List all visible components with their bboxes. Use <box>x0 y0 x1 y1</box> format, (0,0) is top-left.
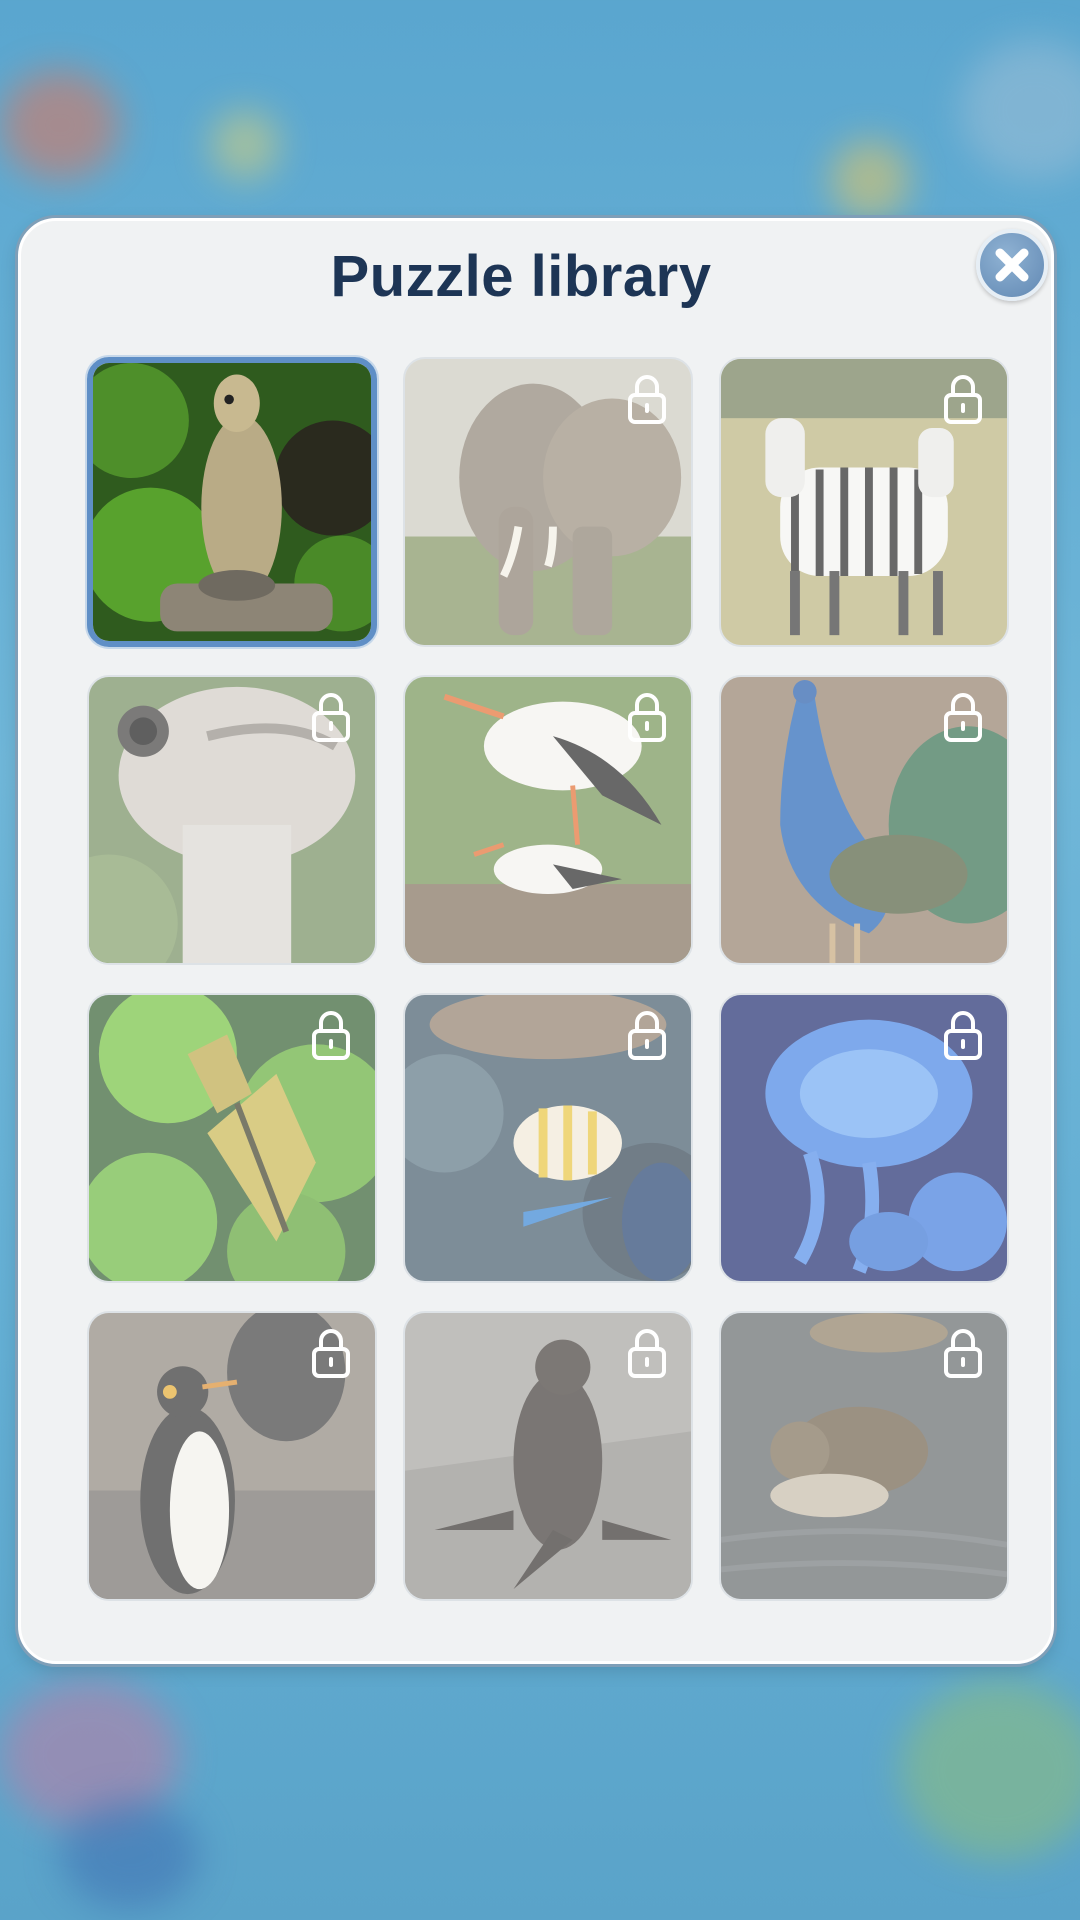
puzzle-tile-butterflyfish[interactable] <box>403 993 693 1283</box>
lock-icon <box>628 1011 666 1060</box>
dialog-title: Puzzle library <box>330 244 712 309</box>
lock-icon <box>944 693 982 742</box>
close-icon <box>995 248 1029 282</box>
lock-icon <box>312 693 350 742</box>
puzzle-tile-zebras[interactable] <box>719 357 1009 647</box>
background-blob <box>900 1680 1080 1860</box>
meerkat-image <box>93 363 371 641</box>
background-blob <box>210 110 280 180</box>
background-blob <box>830 140 910 220</box>
puzzle-library-dialog: Puzzle library <box>18 218 1054 1664</box>
background-blob <box>960 40 1080 180</box>
close-button[interactable] <box>976 229 1048 301</box>
lock-icon <box>944 1329 982 1378</box>
puzzle-tile-peacock[interactable] <box>719 675 1009 965</box>
lock-icon <box>628 1329 666 1378</box>
lock-icon <box>628 375 666 424</box>
lock-icon <box>628 693 666 742</box>
puzzle-tile-ostrich[interactable] <box>87 675 377 965</box>
lock-icon <box>312 1011 350 1060</box>
puzzle-tile-meerkat[interactable] <box>87 357 377 647</box>
puzzle-tile-elephant[interactable] <box>403 357 693 647</box>
background-blob <box>0 70 120 180</box>
puzzle-tile-jellyfish[interactable] <box>719 993 1009 1283</box>
background-blob <box>60 1800 200 1910</box>
lock-icon <box>944 375 982 424</box>
lock-icon <box>312 1329 350 1378</box>
puzzle-tile-sea-lion[interactable] <box>403 1311 693 1601</box>
puzzle-tile-penguin[interactable] <box>87 1311 377 1601</box>
puzzle-tile-storks[interactable] <box>403 675 693 965</box>
lock-icon <box>944 1011 982 1060</box>
puzzle-tile-angelfish[interactable] <box>87 993 377 1283</box>
puzzle-tile-duckling[interactable] <box>719 1311 1009 1601</box>
